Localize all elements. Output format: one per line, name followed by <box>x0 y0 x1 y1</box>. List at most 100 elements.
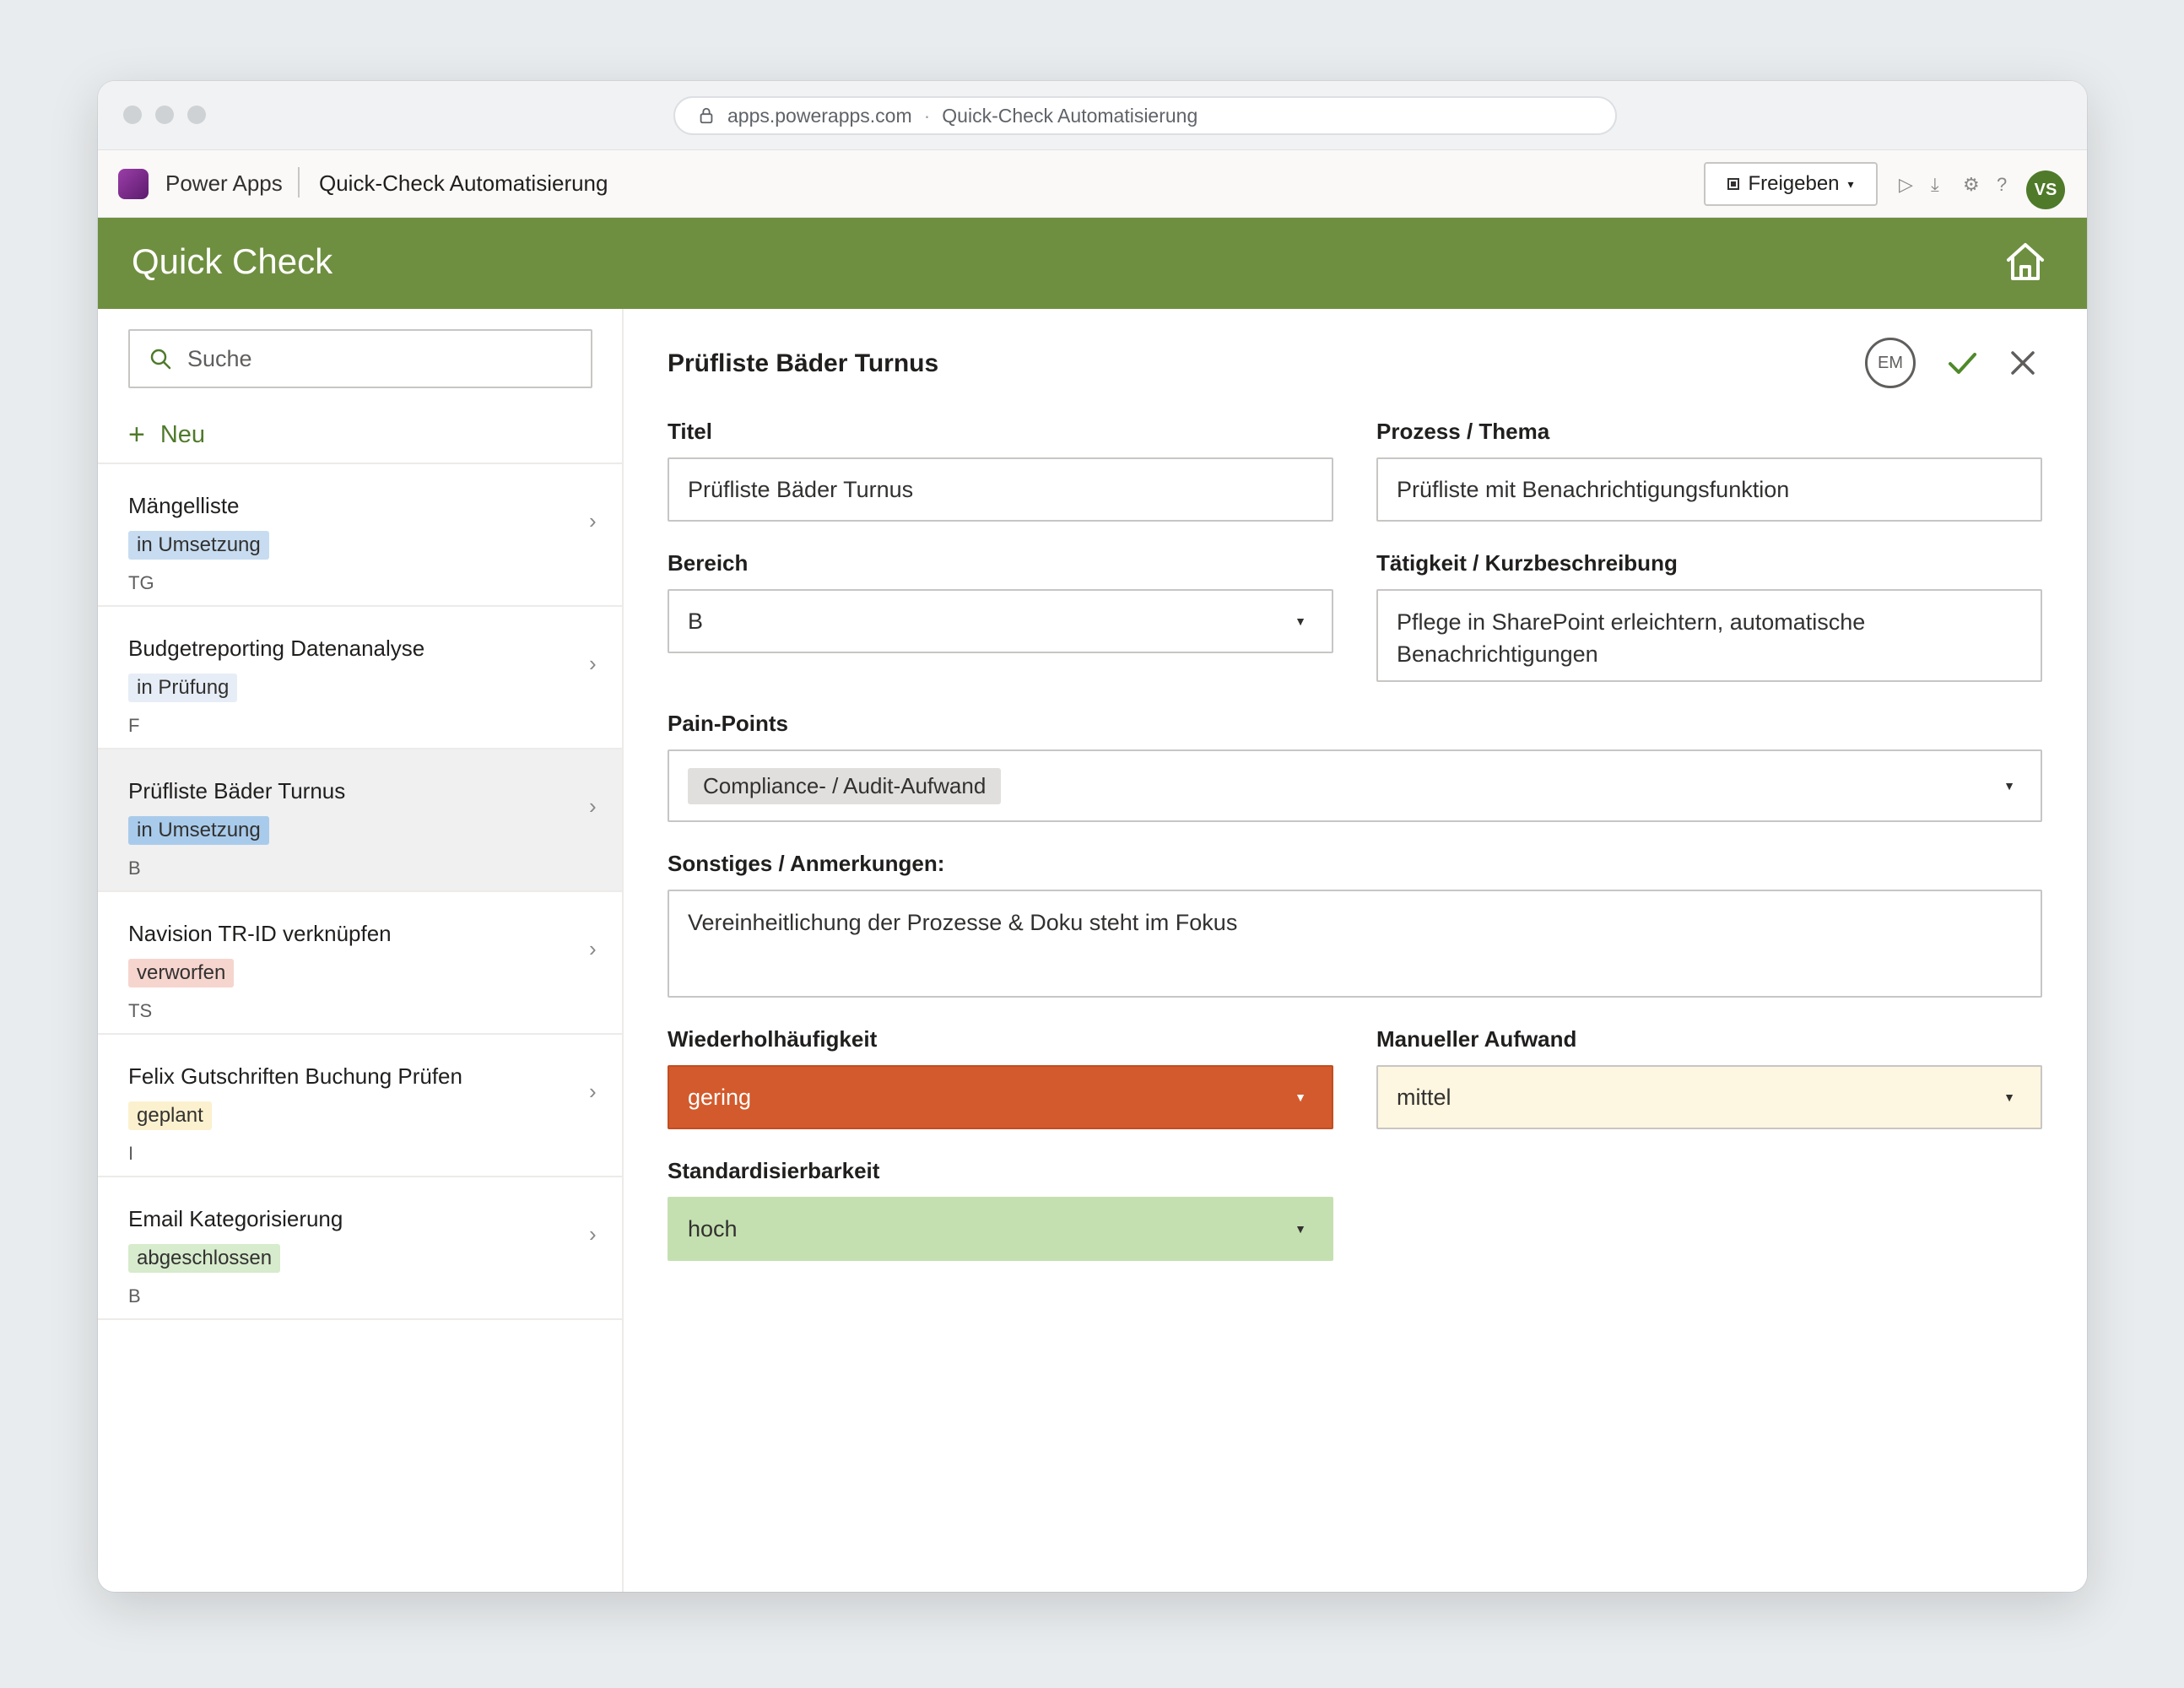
item-code: F <box>128 715 140 736</box>
window-minimize-dot[interactable] <box>155 106 174 124</box>
chevron-right-icon: › <box>589 936 597 961</box>
titel-value: Prüfliste Bäder Turnus <box>688 476 914 502</box>
status-badge: in Prüfung <box>128 674 238 702</box>
titel-input[interactable]: Prüfliste Bäder Turnus <box>668 457 1333 522</box>
status-badge: abgeschlossen <box>128 1244 281 1273</box>
detail-form: Prüfliste Bäder Turnus EM Titel Prüflist… <box>625 309 2087 1592</box>
item-code: I <box>128 1143 134 1164</box>
divider <box>298 167 300 197</box>
wiederhol-value: gering <box>688 1084 752 1110</box>
item-code: TG <box>128 572 154 593</box>
new-button[interactable]: + Neu <box>128 419 205 452</box>
standard-dropdown[interactable]: hoch ▼ <box>668 1197 1333 1261</box>
prozess-input[interactable]: Prüfliste mit Benachrichtigungsfunktion <box>1376 457 2042 522</box>
chevron-right-icon: › <box>589 793 597 819</box>
app-header: Quick Check <box>98 218 2087 309</box>
share-label: Freigeben <box>1748 172 1840 195</box>
chevron-down-icon: ▼ <box>2003 1090 2015 1104</box>
list-item[interactable]: Navision TR-ID verknüpfen verworfen TS › <box>98 892 622 1035</box>
new-label: Neu <box>159 421 206 448</box>
window-maximize-dot[interactable] <box>187 106 206 124</box>
help-icon[interactable]: ? <box>1997 176 2007 194</box>
chevron-right-icon: › <box>589 1221 597 1247</box>
painpoints-combobox[interactable]: Compliance- / Audit-Aufwand ▼ <box>668 749 2042 822</box>
chevron-down-icon: ▾ <box>1847 176 1854 191</box>
prozess-value: Prüfliste mit Benachrichtigungsfunktion <box>1397 476 1790 502</box>
play-icon[interactable]: ▷ <box>1899 176 1913 194</box>
plus-icon: + <box>128 419 145 451</box>
app-window: apps.powerapps.com · Quick-Check Automat… <box>98 81 2087 1592</box>
chevron-right-icon: › <box>589 508 597 533</box>
power-apps-logo-icon <box>118 169 149 199</box>
list-item[interactable]: Mängelliste in Umsetzung TG › <box>98 464 622 607</box>
share-button[interactable]: Freigeben ▾ <box>1704 162 1878 206</box>
item-list: Mängelliste in Umsetzung TG › Budgetrepo… <box>98 463 622 1320</box>
app-name: Quick-Check Automatisierung <box>319 170 608 196</box>
status-badge: in Umsetzung <box>128 816 269 845</box>
chevron-down-icon: ▼ <box>1295 614 1306 628</box>
address-bar[interactable]: apps.powerapps.com · Quick-Check Automat… <box>673 96 1617 135</box>
url-host: apps.powerapps.com <box>727 104 912 127</box>
item-title: Navision TR-ID verknüpfen <box>128 921 392 946</box>
standard-label: Standardisierbarkeit <box>668 1158 880 1183</box>
taetigkeit-textarea[interactable]: Pflege in SharePoint erleichtern, automa… <box>1376 589 2042 682</box>
sonstiges-label: Sonstiges / Anmerkungen: <box>668 851 945 876</box>
brand-name[interactable]: Power Apps <box>165 170 283 197</box>
chevron-down-icon: ▼ <box>2003 779 2015 793</box>
lock-icon <box>700 107 713 124</box>
manuell-dropdown[interactable]: mittel ▼ <box>1376 1065 2042 1129</box>
download-icon[interactable]: ⤓ <box>1931 176 1939 194</box>
search-icon <box>150 349 171 370</box>
search-input[interactable] <box>187 345 559 372</box>
titel-label: Titel <box>668 419 712 444</box>
standard-value: hoch <box>688 1215 738 1242</box>
list-item[interactable]: Budgetreporting Datenanalyse in Prüfung … <box>98 607 622 749</box>
check-icon[interactable] <box>1945 346 1979 380</box>
manuell-value: mittel <box>1397 1084 1451 1110</box>
wiederhol-dropdown[interactable]: gering ▼ <box>668 1065 1333 1129</box>
sidebar: + Neu Mängelliste in Umsetzung TG › Budg… <box>98 309 624 1592</box>
bereich-value: B <box>688 608 704 634</box>
item-code: B <box>128 858 141 879</box>
item-title: Email Kategorisierung <box>128 1206 343 1231</box>
chevron-down-icon: ▼ <box>1295 1222 1306 1236</box>
list-item-selected[interactable]: Prüfliste Bäder Turnus in Umsetzung B › <box>98 749 622 892</box>
painpoint-chip[interactable]: Compliance- / Audit-Aufwand <box>688 767 1002 804</box>
item-code: TS <box>128 1000 153 1021</box>
browser-chrome: apps.powerapps.com · Quick-Check Automat… <box>98 81 2087 150</box>
prozess-label: Prozess / Thema <box>1376 419 1550 444</box>
url-separator: · <box>923 104 931 127</box>
item-code: B <box>128 1285 141 1307</box>
taetigkeit-value: Pflege in SharePoint erleichtern, automa… <box>1397 609 1866 667</box>
taetigkeit-label: Tätigkeit / Kurzbeschreibung <box>1376 550 1678 576</box>
chevron-right-icon: › <box>589 1079 597 1104</box>
list-item[interactable]: Felix Gutschriften Buchung Prüfen geplan… <box>98 1035 622 1177</box>
item-title: Budgetreporting Datenanalyse <box>128 636 425 661</box>
window-close-dot[interactable] <box>123 106 142 124</box>
bereich-dropdown[interactable]: B ▼ <box>668 589 1333 653</box>
status-badge: in Umsetzung <box>128 531 269 560</box>
search-box[interactable] <box>128 329 592 388</box>
manuell-label: Manueller Aufwand <box>1376 1026 1577 1052</box>
wiederhol-label: Wiederholhäufigkeit <box>668 1026 878 1052</box>
share-icon <box>1727 178 1740 190</box>
item-title: Mängelliste <box>128 493 240 518</box>
settings-icon[interactable]: ⚙ <box>1963 176 1980 194</box>
user-avatar[interactable]: VS <box>2026 170 2065 209</box>
editor-avatar[interactable]: EM <box>1865 338 1916 388</box>
painpoints-label: Pain-Points <box>668 711 789 736</box>
chevron-down-icon: ▼ <box>1295 1090 1306 1104</box>
sonstiges-value: Vereinheitlichung der Prozesse & Doku st… <box>688 910 1238 935</box>
close-icon[interactable] <box>2008 348 2038 378</box>
item-title: Felix Gutschriften Buchung Prüfen <box>128 1063 462 1089</box>
app-title: Quick Check <box>132 241 333 281</box>
home-icon[interactable] <box>2002 238 2049 285</box>
status-badge: geplant <box>128 1101 212 1130</box>
sonstiges-textarea[interactable]: Vereinheitlichung der Prozesse & Doku st… <box>668 890 2042 998</box>
chevron-right-icon: › <box>589 651 597 676</box>
bereich-label: Bereich <box>668 550 749 576</box>
list-item[interactable]: Email Kategorisierung abgeschlossen B › <box>98 1177 622 1320</box>
url-page-title: Quick-Check Automatisierung <box>942 104 1198 127</box>
status-badge: verworfen <box>128 959 235 987</box>
item-title: Prüfliste Bäder Turnus <box>128 778 346 803</box>
